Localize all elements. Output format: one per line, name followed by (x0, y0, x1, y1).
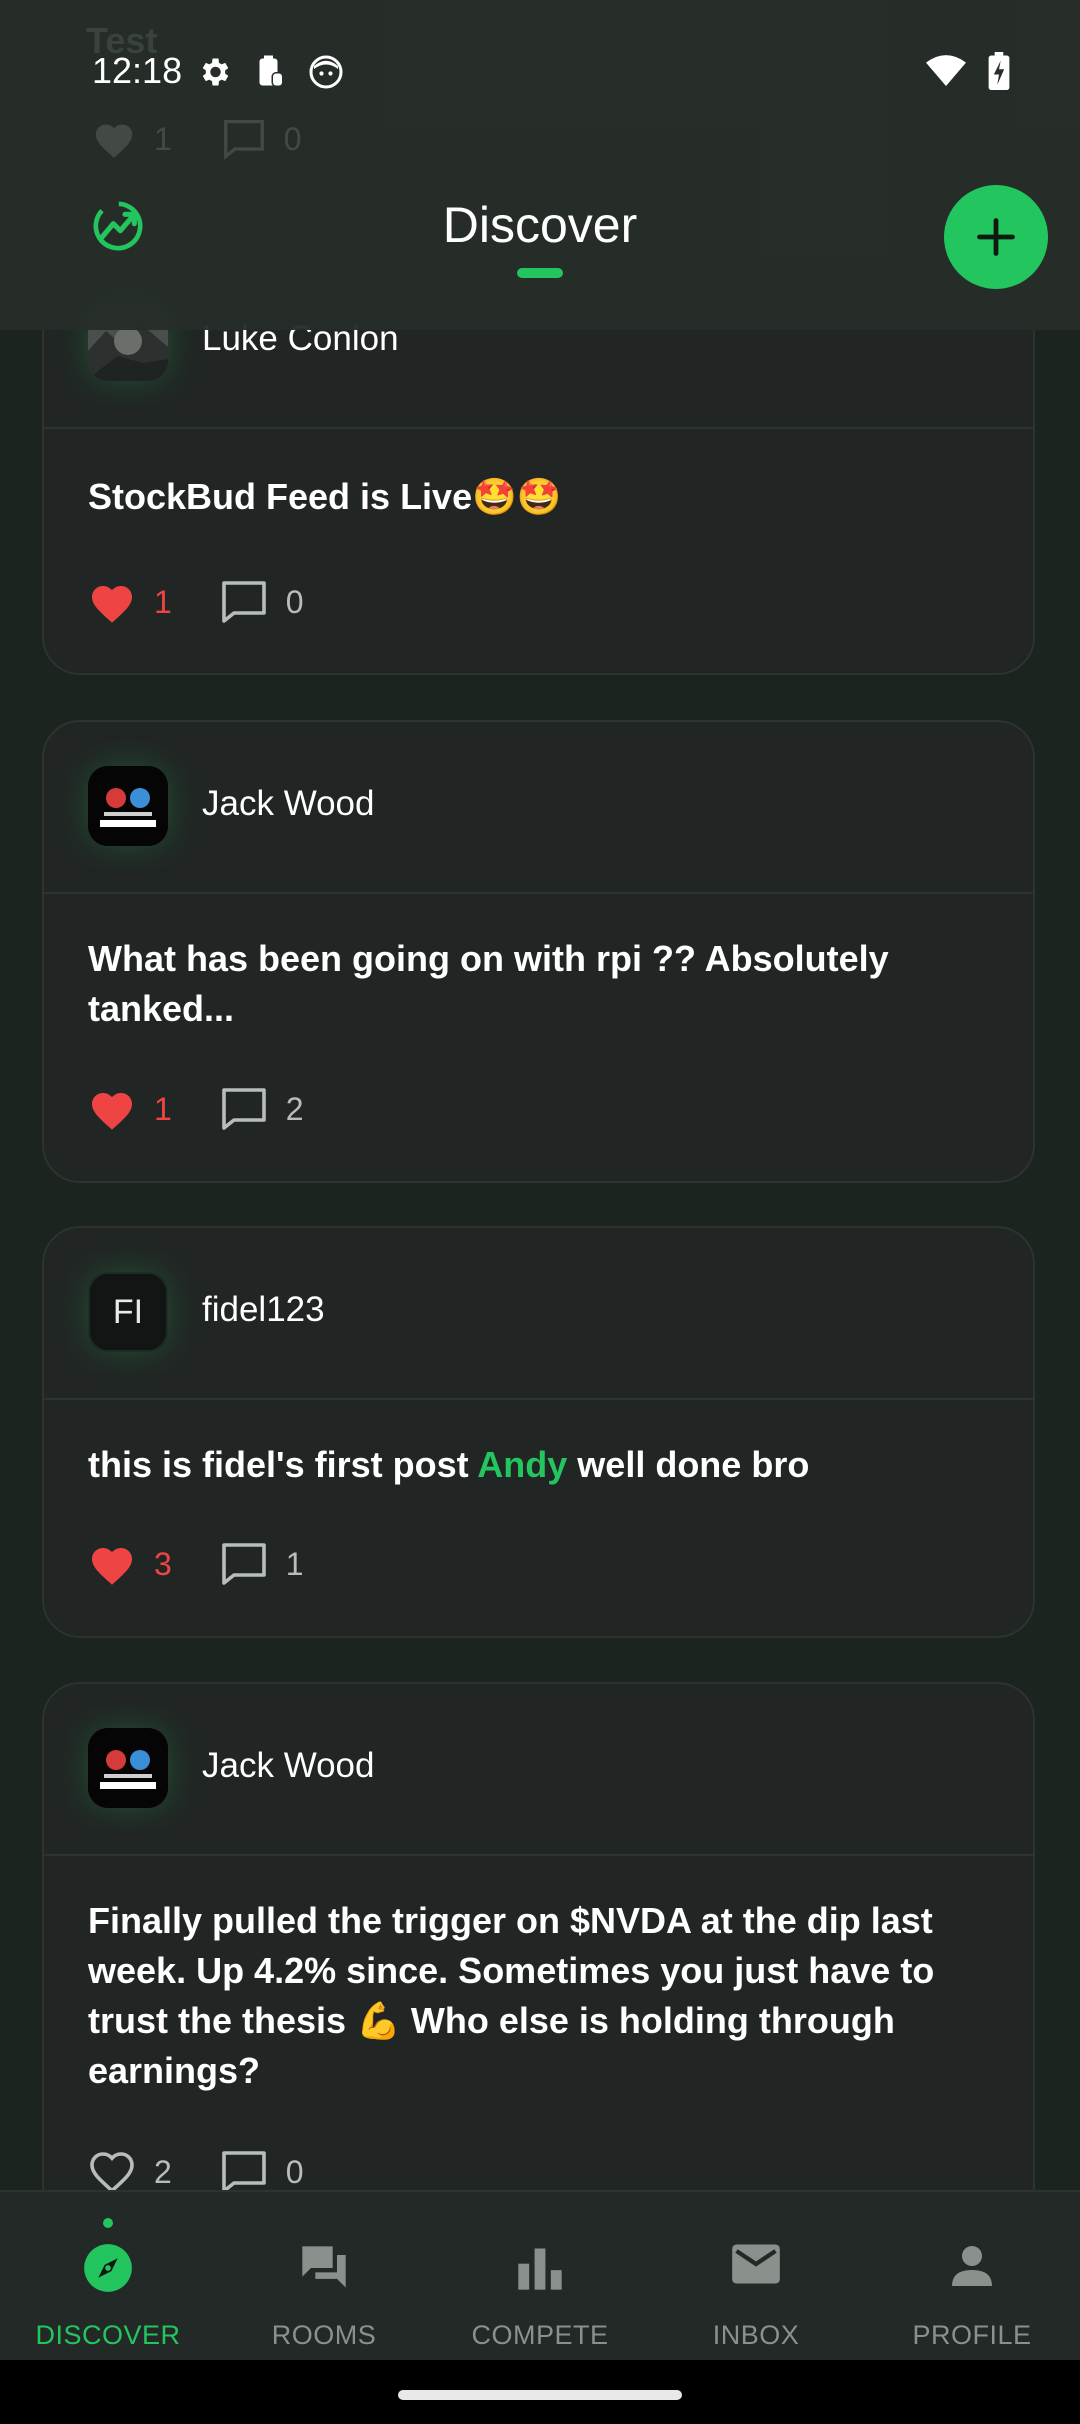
comment-count: 2 (285, 1090, 304, 1127)
comment-icon (221, 1088, 266, 1130)
comment-count: 1 (285, 1545, 304, 1582)
comment-button[interactable]: 1 (220, 1541, 304, 1587)
post-header: FI fidel123 (44, 1228, 1033, 1400)
nav-inbox[interactable]: INBOX (648, 2192, 864, 2362)
post-card[interactable]: FI fidel123 this is fidel's first post A… (42, 1226, 1035, 1638)
post-author[interactable]: Jack Wood (202, 1746, 375, 1786)
like-button[interactable]: 1 (88, 580, 172, 624)
system-icons (926, 52, 1010, 90)
nav-discover[interactable]: DISCOVER (0, 2192, 216, 2362)
post-actions: 1 2 (88, 1084, 304, 1134)
avatar[interactable] (88, 766, 168, 846)
comment-button[interactable]: 0 (220, 2149, 304, 2190)
post-author[interactable]: fidel123 (202, 1290, 325, 1330)
heart-filled-icon (92, 586, 132, 623)
heart-outline-icon (90, 2152, 134, 2190)
post-text: What has been going on with rpi ?? Absol… (88, 938, 889, 1029)
title-indicator (517, 268, 563, 278)
heart-filled-icon (92, 1548, 132, 1585)
post-actions: 3 1 (88, 1539, 304, 1589)
home-indicator[interactable] (398, 2390, 682, 2400)
person-icon (952, 2246, 992, 2286)
comment-icon (221, 581, 266, 623)
plus-icon (977, 218, 1015, 256)
chat-bubbles-icon (302, 2246, 346, 2288)
post-header: Jack Wood (44, 722, 1033, 894)
nav-label: COMPETE (471, 2320, 609, 2350)
active-indicator-dot (103, 2218, 113, 2228)
post-header: Jack Wood (44, 1684, 1033, 1856)
post-card[interactable]: Jack Wood Finally pulled the trigger on … (42, 1682, 1035, 2190)
page-title: Discover (442, 197, 638, 253)
post-text-start: this is fidel's first post (88, 1444, 478, 1485)
avatar[interactable] (88, 1728, 168, 1808)
clock: 12:18 (92, 50, 183, 91)
nav-label: DISCOVER (35, 2320, 181, 2350)
like-count: 1 (154, 583, 172, 620)
post-text: this is fidel's first post Andy well don… (44, 1440, 1033, 1490)
battery-charging-icon (988, 52, 1010, 90)
notification-icons (196, 54, 344, 90)
like-button[interactable]: 3 (88, 1542, 172, 1586)
comment-button[interactable]: 2 (220, 1086, 304, 1132)
like-count: 2 (154, 2153, 172, 2190)
top-app-bar: Test 1 0 12:18 Discover (0, 0, 1080, 330)
nav-label: INBOX (712, 2320, 800, 2350)
comment-button[interactable]: 0 (220, 579, 304, 625)
avatar[interactable]: FI (88, 1272, 168, 1352)
like-button[interactable]: 1 (88, 1087, 172, 1131)
post-text-end: well done bro (567, 1444, 810, 1485)
clipboard-battery-icon (259, 55, 284, 87)
like-button[interactable]: 2 (88, 2150, 172, 2190)
mention-link[interactable]: Andy (477, 1444, 567, 1485)
post-text: StockBud Feed is Live🤩🤩 (88, 476, 562, 517)
like-count: 1 (154, 1090, 172, 1127)
heart-filled-icon (92, 1093, 132, 1130)
nav-profile[interactable]: PROFILE (864, 2192, 1080, 2362)
wifi-icon (926, 55, 966, 86)
face-icon (309, 55, 343, 89)
status-bar: 12:18 (0, 0, 1080, 150)
comment-count: 0 (285, 2153, 304, 2190)
nav-rooms[interactable]: ROOMS (216, 2192, 432, 2362)
like-count: 3 (154, 1545, 172, 1582)
compass-icon (84, 2244, 132, 2292)
comment-icon (221, 1543, 266, 1585)
post-actions: 2 0 (88, 2147, 304, 2190)
comment-count: 0 (285, 583, 304, 620)
nav-label: PROFILE (912, 2320, 1032, 2350)
comment-icon (221, 2151, 266, 2190)
bottom-navigation: DISCOVER ROOMS COMPETE INBOX PROFILE (0, 2190, 1080, 2362)
post-card[interactable]: Jack Wood What has been going on with rp… (42, 720, 1035, 1183)
post-actions: 1 0 (88, 577, 304, 627)
post-text: Finally pulled the trigger on $NVDA at t… (88, 1900, 935, 2091)
create-post-button[interactable] (944, 185, 1048, 289)
nav-compete[interactable]: COMPETE (432, 2192, 648, 2362)
post-author[interactable]: Jack Wood (202, 784, 375, 824)
bar-chart-icon (518, 2248, 562, 2290)
mail-icon (732, 2244, 780, 2284)
nav-label: ROOMS (271, 2320, 377, 2350)
settings-gear-icon (202, 58, 229, 86)
